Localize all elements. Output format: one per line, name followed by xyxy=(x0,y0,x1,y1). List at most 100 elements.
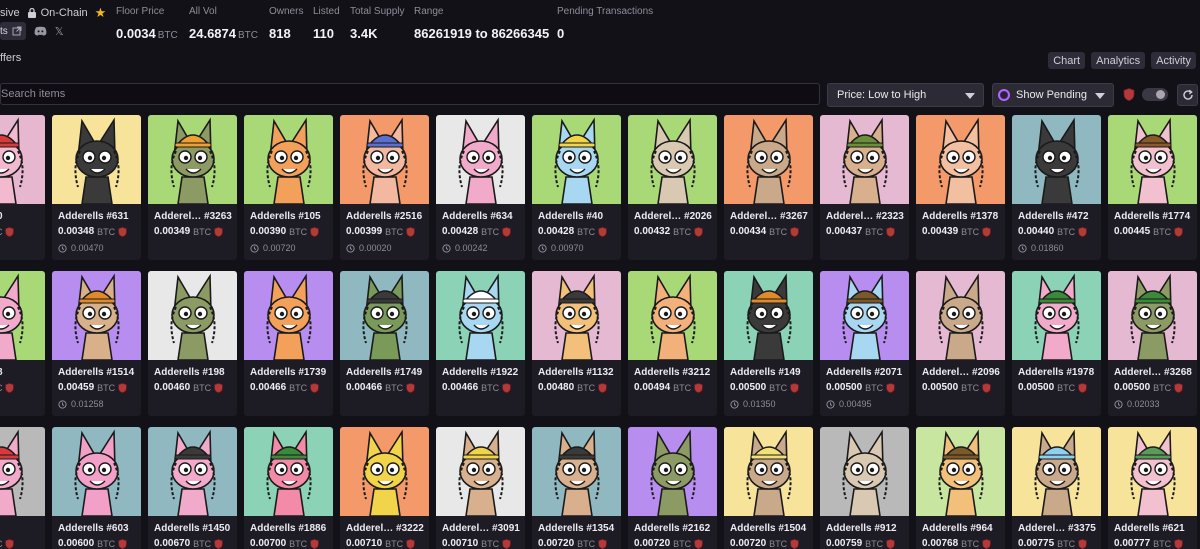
item-card[interactable]: Adderells #1978 0.00500 BTC xyxy=(1012,271,1101,416)
item-image[interactable] xyxy=(1012,427,1101,516)
item-card[interactable]: Adderells #1132 0.00480 BTC xyxy=(532,271,621,416)
item-image[interactable] xyxy=(916,271,1005,360)
item-card[interactable]: Adderells #1886 0.00700 BTC xyxy=(244,427,333,549)
refresh-button[interactable] xyxy=(1177,84,1198,106)
website-link[interactable]: ts xyxy=(0,22,26,40)
item-image[interactable] xyxy=(244,115,333,204)
item-image[interactable] xyxy=(1108,427,1197,516)
item-card[interactable]: Adderells #1774 0.00445 BTC xyxy=(1108,115,1197,260)
item-image[interactable] xyxy=(916,115,1005,204)
item-image[interactable] xyxy=(148,271,237,360)
item-card[interactable]: Adderells #1739 0.00466 BTC xyxy=(244,271,333,416)
pending-select[interactable]: Show Pending xyxy=(992,83,1114,107)
item-card[interactable]: … #1398 0.00BTC xyxy=(0,271,45,416)
item-image[interactable] xyxy=(724,115,813,204)
item-image[interactable] xyxy=(628,271,717,360)
tab-offers[interactable]: ffers xyxy=(0,52,21,64)
item-card[interactable]: Adderel… #2323 0.00437 BTC xyxy=(820,115,909,260)
item-card[interactable]: Adderells #472 0.00440 BTC 0.01860 xyxy=(1012,115,1101,260)
item-image[interactable] xyxy=(340,115,429,204)
item-card[interactable]: Adderells #603 0.00600 BTC xyxy=(52,427,141,549)
item-image[interactable] xyxy=(628,115,717,204)
item-name: Adderel… #3375 xyxy=(1018,523,1096,534)
star-icon[interactable]: ★ xyxy=(95,6,107,19)
item-card[interactable]: Adderel… #3267 0.00434 BTC xyxy=(724,115,813,260)
item-image[interactable] xyxy=(0,115,45,204)
item-card[interactable]: … #509 0.00BTC xyxy=(0,427,45,549)
x-twitter-icon[interactable]: 𝕏 xyxy=(55,25,64,38)
item-image[interactable] xyxy=(0,427,45,516)
item-card[interactable]: Adderells #1514 0.00459 BTC 0.01258 xyxy=(52,271,141,416)
activity-button[interactable]: Activity xyxy=(1151,52,1196,69)
item-card[interactable]: Adderells #1450 0.00670 BTC xyxy=(148,427,237,549)
item-card[interactable]: Adderells #2162 0.00720 BTC xyxy=(628,427,717,549)
item-image[interactable] xyxy=(0,271,45,360)
item-image[interactable] xyxy=(532,427,621,516)
item-card[interactable]: Adderel… #3091 0.00710 BTC xyxy=(436,427,525,549)
item-card[interactable]: Adderells #1749 0.00466 BTC xyxy=(340,271,429,416)
item-name: Adderells #1886 xyxy=(250,523,327,534)
item-image[interactable] xyxy=(148,427,237,516)
item-card[interactable]: Adderells #149 0.00500 BTC 0.01350 xyxy=(724,271,813,416)
search-input[interactable] xyxy=(1,84,819,104)
item-image[interactable] xyxy=(436,427,525,516)
item-card[interactable]: … #3340 0.00BTC 98 xyxy=(0,115,45,260)
item-image[interactable] xyxy=(1108,271,1197,360)
item-card[interactable]: Adderells #631 0.00348 BTC 0.00470 xyxy=(52,115,141,260)
item-image[interactable] xyxy=(244,427,333,516)
item-card[interactable]: Adderells #198 0.00460 BTC xyxy=(148,271,237,416)
chart-button[interactable]: Chart xyxy=(1048,52,1086,69)
item-price-unit: BTC xyxy=(1153,538,1172,549)
item-card[interactable]: Adderells #2071 0.00500 BTC 0.00495 xyxy=(820,271,909,416)
item-card[interactable]: Adderells #1378 0.00439 BTC xyxy=(916,115,1005,260)
discord-icon[interactable] xyxy=(34,26,47,36)
item-card[interactable]: Adderells #912 0.00759 BTC xyxy=(820,427,909,549)
item-image[interactable] xyxy=(52,115,141,204)
item-card[interactable]: Adderel… #3263 0.00349 BTC xyxy=(148,115,237,260)
item-image[interactable] xyxy=(244,271,333,360)
hide-pending-toggle[interactable] xyxy=(1142,88,1168,101)
shield-icon xyxy=(694,382,703,393)
item-card[interactable]: Adderel… #3268 0.00500 BTC 0.02033 xyxy=(1108,271,1197,416)
item-card[interactable]: Adderel… #3222 0.00710 BTC xyxy=(340,427,429,549)
item-image[interactable] xyxy=(532,271,621,360)
item-card[interactable]: Adderells #1354 0.00720 BTC xyxy=(532,427,621,549)
item-card[interactable]: Adderells #964 0.00768 BTC xyxy=(916,427,1005,549)
item-image[interactable] xyxy=(52,271,141,360)
analytics-button[interactable]: Analytics xyxy=(1091,52,1146,69)
item-image[interactable] xyxy=(724,427,813,516)
item-image[interactable] xyxy=(436,115,525,204)
item-card[interactable]: Adderells #1922 0.00466 BTC xyxy=(436,271,525,416)
item-image[interactable] xyxy=(340,271,429,360)
item-image[interactable] xyxy=(52,427,141,516)
item-price: 0.00670 xyxy=(154,538,191,549)
item-image[interactable] xyxy=(628,427,717,516)
item-card[interactable]: Adderells #40 0.00428 BTC 0.00970 xyxy=(532,115,621,260)
item-image[interactable] xyxy=(532,115,621,204)
item-image[interactable] xyxy=(820,115,909,204)
item-card[interactable]: Adderel… #2096 0.00500 BTC xyxy=(916,271,1005,416)
item-card[interactable]: Adderells #634 0.00428 BTC 0.00242 xyxy=(436,115,525,260)
item-card[interactable]: Adderells #105 0.00390 BTC 0.00720 xyxy=(244,115,333,260)
item-price: 0.00777 xyxy=(1114,538,1151,549)
item-image[interactable] xyxy=(148,115,237,204)
item-image[interactable] xyxy=(340,427,429,516)
shield-icon xyxy=(1174,538,1183,549)
item-card[interactable]: Adderells #2516 0.00399 BTC 0.00020 xyxy=(340,115,429,260)
item-card[interactable]: Adderells #3212 0.00494 BTC xyxy=(628,271,717,416)
item-image[interactable] xyxy=(1012,115,1101,204)
shield-icon xyxy=(406,538,415,549)
item-image[interactable] xyxy=(820,271,909,360)
item-card[interactable]: Adderells #621 0.00777 BTC xyxy=(1108,427,1197,549)
item-image[interactable] xyxy=(1108,115,1197,204)
sort-select[interactable]: Price: Low to High xyxy=(827,83,984,107)
item-card[interactable]: Adderel… #2026 0.00432 BTC xyxy=(628,115,717,260)
item-card[interactable]: Adderells #1504 0.00720 BTC xyxy=(724,427,813,549)
item-image[interactable] xyxy=(724,271,813,360)
item-image[interactable] xyxy=(436,271,525,360)
item-image[interactable] xyxy=(1012,271,1101,360)
item-card[interactable]: Adderel… #3375 0.00775 BTC xyxy=(1012,427,1101,549)
item-price: 0.00500 xyxy=(922,382,959,393)
item-image[interactable] xyxy=(916,427,1005,516)
item-image[interactable] xyxy=(820,427,909,516)
